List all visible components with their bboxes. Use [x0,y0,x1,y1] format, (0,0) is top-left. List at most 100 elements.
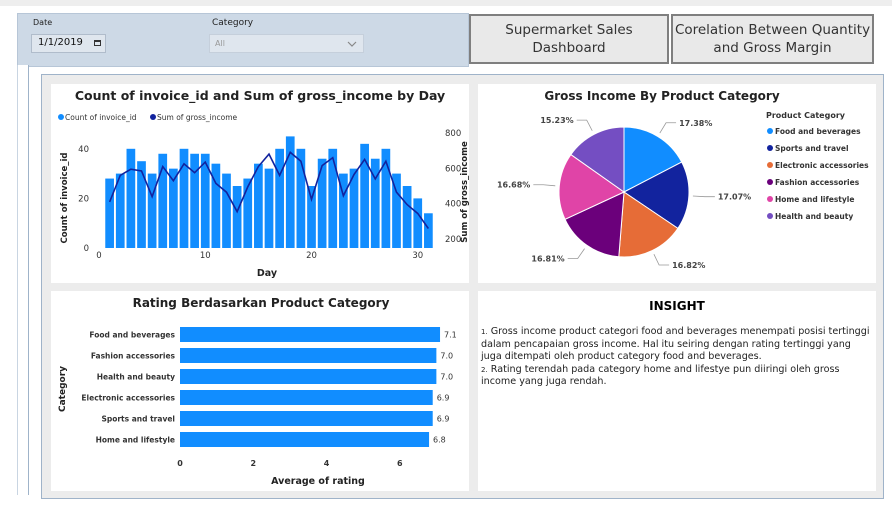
combo-y-left-tick: 20 [78,194,89,204]
pie-legend-item[interactable]: Electronic accessories [775,161,869,170]
combo-chart: Count of invoice_id and Sum of gross_inc… [58,88,470,279]
category-dropdown[interactable]: All [209,34,364,53]
insight-title: INSIGHT [649,299,705,313]
combo-y-right-tick: 800 [445,129,461,139]
pie-legend-dot [767,196,773,202]
dashboard-title-line2: Dashboard [532,40,606,56]
rating-value-label: 6.9 [437,415,450,424]
date-filter-label: Date [33,18,53,27]
rating-x-tick: 4 [324,459,330,468]
rating-category-label: Electronic accessories [81,394,175,403]
pie-slice-label: 17.38% [679,119,712,128]
chevron-down-icon[interactable] [347,41,357,47]
pie-legend-dot [767,179,773,185]
insight-point-2-number: 2. [481,365,488,374]
pie-chart-panel[interactable]: Gross Income By Product Category Product… [478,84,876,283]
pie-leader-line [659,122,677,134]
combo-chart-panel[interactable]: Count of invoice_id and Sum of gross_inc… [51,84,470,283]
pie-legend-item[interactable]: Health and beauty [775,212,853,221]
rating-category-label: Home and lifestyle [96,436,175,445]
invoice-count-bar[interactable] [105,178,114,248]
invoice-count-bar[interactable] [275,148,284,248]
invoice-count-bar[interactable] [232,186,242,248]
invoice-count-bar[interactable] [328,148,338,248]
legend-label-invoice[interactable]: Count of invoice_id [65,113,137,122]
invoice-count-bar[interactable] [254,163,263,248]
invoice-count-bar[interactable] [307,186,316,248]
combo-x-tick: 30 [412,251,423,261]
invoice-count-bar[interactable] [190,153,199,248]
combo-x-tick: 10 [200,251,211,261]
dashboard-title-button[interactable]: Supermarket Sales Dashboard [469,14,669,64]
rating-chart: Rating Berdasarkan Product Category Cate… [58,296,476,487]
combo-y-right-tick: 400 [445,200,461,210]
invoice-count-bar[interactable] [126,148,136,248]
insight-point-2: 2. Rating terendah pada category home an… [481,364,871,389]
correlation-nav-button[interactable]: Corelation Between Quantity and Gross Mar… [671,14,874,64]
pie-legend-item[interactable]: Sports and travel [775,144,849,153]
rating-chart-title: Rating Berdasarkan Product Category [133,296,390,310]
pie-leader-line [567,248,585,259]
report-canvas: Count of invoice_id and Sum of gross_inc… [41,74,884,499]
combo-chart-title: Count of invoice_id and Sum of gross_inc… [75,88,445,104]
pie-legend-dot [767,145,773,151]
pie-slice-label: 16.81% [531,254,564,263]
legend-dot-invoice [58,114,64,120]
rating-bar[interactable] [180,432,430,447]
invoice-count-bar[interactable] [381,148,391,248]
rating-x-tick: 6 [397,459,403,468]
correlation-title-line2: and Gross Margin [713,40,832,56]
legend-label-gross-income[interactable]: Sum of gross_income [157,113,238,122]
rating-category-label: Food and beverages [89,331,175,340]
invoice-count-bar[interactable] [222,173,231,248]
date-value: 1/1/2019 [38,37,83,48]
top-band [0,0,892,6]
rating-bar[interactable] [180,327,441,342]
dashboard-title-line1: Supermarket Sales [505,22,633,38]
rating-chart-panel[interactable]: Rating Berdasarkan Product Category Cate… [51,291,476,491]
invoice-count-bar[interactable] [413,198,423,248]
invoice-count-bar[interactable] [424,213,433,248]
invoice-count-bar[interactable] [147,173,157,248]
category-selected-value: All [215,39,225,48]
pie-slice-label: 15.23% [540,116,573,125]
rating-value-label: 6.9 [437,394,450,403]
rating-bar[interactable] [180,390,433,405]
pie-legend-item[interactable]: Fashion accessories [775,178,860,187]
invoice-count-bar[interactable] [402,186,412,248]
combo-y-left-label: Count of invoice_id [60,152,70,243]
invoice-count-bar[interactable] [137,161,146,248]
rating-x-tick: 2 [250,459,256,468]
invoice-count-bar[interactable] [317,158,327,248]
calendar-icon[interactable] [94,40,101,46]
rating-value-label: 6.8 [433,436,446,445]
pie-legend-item[interactable]: Food and beverages [775,127,861,136]
pie-legend-item[interactable]: Home and lifestyle [775,195,854,204]
insight-point-2-text: Rating terendah pada category home and l… [481,363,840,388]
rating-value-label: 7.0 [440,373,453,382]
combo-y-right-tick: 600 [445,164,461,174]
rating-value-label: 7.0 [440,352,453,361]
pie-leader-line [692,195,715,198]
rating-value-label: 7.1 [444,331,457,340]
invoice-count-bar[interactable] [243,178,253,248]
combo-y-left-tick: 40 [78,145,89,155]
rating-bar[interactable] [180,411,433,426]
invoice-count-bar[interactable] [264,168,274,248]
pie-slice-label: 17.07% [718,193,751,202]
rating-x-tick: 0 [177,459,183,468]
pie-legend-dot [767,213,773,219]
combo-y-left-tick: 0 [84,244,89,254]
rating-category-label: Sports and travel [101,415,175,424]
pie-legend-title: Product Category [766,111,846,120]
correlation-title-line1: Corelation Between Quantity [674,22,871,38]
rating-bar[interactable] [180,369,437,384]
rating-bar[interactable] [180,348,437,363]
combo-x-tick: 20 [306,251,317,261]
insight-point-1-number: 1. [481,328,488,336]
pie-slice-label: 16.68% [497,181,530,190]
combo-x-tick: 0 [96,251,101,261]
combo-y-right-label: Sum of gross_income [460,141,469,243]
pie-legend-dot [767,162,773,168]
date-input[interactable]: 1/1/2019 [31,34,106,53]
